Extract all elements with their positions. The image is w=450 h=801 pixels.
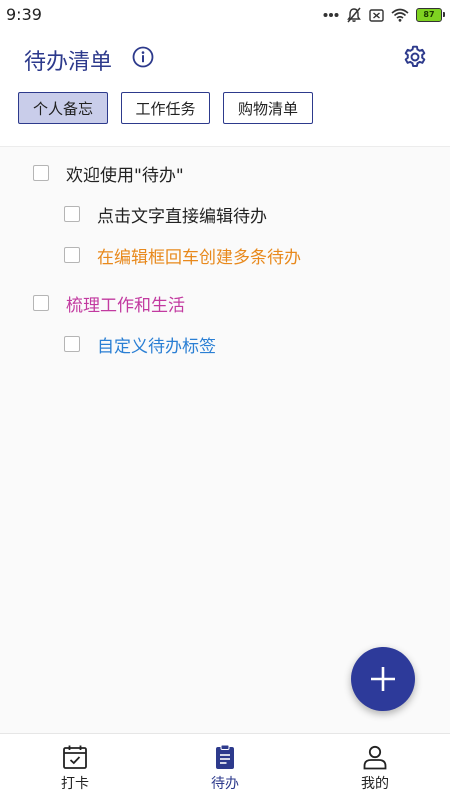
person-icon xyxy=(363,745,387,770)
tab-shopping-list[interactable]: 购物清单 xyxy=(223,92,313,124)
gear-icon[interactable] xyxy=(402,44,428,70)
status-bar: 9:39 87 xyxy=(0,0,450,30)
plus-icon xyxy=(371,667,395,691)
nav-me[interactable]: 我的 xyxy=(300,734,450,801)
header: 待办清单 个人备忘 工作任务 购物清单 xyxy=(0,30,450,147)
page-title: 待办清单 xyxy=(24,50,113,75)
tag-tabs: 个人备忘 工作任务 购物清单 xyxy=(18,92,313,124)
todo-text[interactable]: 点击文字直接编辑待办 xyxy=(97,202,267,227)
todo-item: 点击文字直接编辑待办 xyxy=(64,194,267,234)
nav-todo[interactable]: 待办 xyxy=(150,734,300,801)
todo-item: 自定义待办标签 xyxy=(64,324,216,364)
sim-off-icon xyxy=(369,8,384,22)
nav-label: 我的 xyxy=(361,776,389,792)
wifi-icon xyxy=(391,8,409,22)
todo-text[interactable]: 在编辑框回车创建多条待办 xyxy=(97,243,301,268)
add-todo-button[interactable] xyxy=(351,647,415,711)
todo-checkbox[interactable] xyxy=(33,295,49,311)
todo-checkbox[interactable] xyxy=(64,336,80,352)
todo-item: 欢迎使用"待办" xyxy=(33,153,184,193)
todo-item: 在编辑框回车创建多条待办 xyxy=(64,235,301,275)
calendar-check-icon xyxy=(63,745,87,769)
nav-checkin[interactable]: 打卡 xyxy=(0,734,150,801)
bottom-nav: 打卡 待办 我的 xyxy=(0,733,450,801)
info-icon[interactable] xyxy=(132,46,154,68)
todo-checkbox[interactable] xyxy=(64,247,80,263)
notifications-off-icon xyxy=(347,7,361,23)
tab-work-tasks[interactable]: 工作任务 xyxy=(121,92,210,124)
nav-label: 待办 xyxy=(211,776,239,792)
todo-checkbox[interactable] xyxy=(64,206,80,222)
battery-level: 87 xyxy=(423,10,435,19)
todo-text[interactable]: 梳理工作和生活 xyxy=(66,291,185,316)
status-icons: 87 xyxy=(323,6,445,24)
todo-text[interactable]: 欢迎使用"待办" xyxy=(66,161,184,186)
todo-checkbox[interactable] xyxy=(33,165,49,181)
todo-text[interactable]: 自定义待办标签 xyxy=(97,332,216,357)
battery-icon: 87 xyxy=(416,8,445,22)
status-time: 9:39 xyxy=(6,5,42,24)
todo-item: 梳理工作和生活 xyxy=(33,283,185,323)
tab-personal-memo[interactable]: 个人备忘 xyxy=(18,92,108,124)
clipboard-icon xyxy=(216,744,234,769)
more-dots-icon xyxy=(323,13,339,17)
nav-label: 打卡 xyxy=(61,776,89,792)
